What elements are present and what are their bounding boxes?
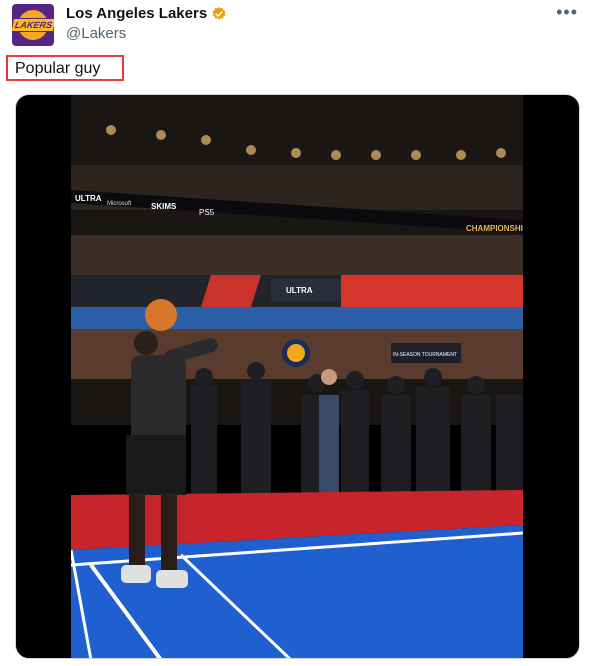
signage-skims: SKIMS — [151, 202, 177, 211]
signage-microsoft: Microsoft — [107, 201, 132, 207]
banner-ultra-text: ULTRA — [286, 286, 313, 295]
scoreboard-text: IN-SEASON TOURNAMENT — [393, 352, 457, 358]
video-frame[interactable]: ULTRA SKIMS Microsoft PS5 CHAMPIONSHI UL… — [71, 95, 523, 658]
signage-ultra: ULTRA — [75, 194, 102, 203]
display-name[interactable]: Los Angeles Lakers — [66, 5, 207, 22]
avatar-logo-text: LAKERS — [12, 18, 54, 32]
signage-championship: CHAMPIONSHI — [466, 224, 523, 233]
signage-ps5: PS5 — [199, 208, 215, 217]
tweet-text: Popular guy — [6, 55, 124, 81]
more-options-icon[interactable]: ••• — [556, 2, 578, 23]
avatar[interactable]: LAKERS — [12, 4, 54, 46]
account-handle[interactable]: @Lakers — [66, 25, 126, 42]
verified-badge-icon — [212, 6, 226, 20]
tweet-media-video[interactable]: ULTRA SKIMS Microsoft PS5 CHAMPIONSHI UL… — [15, 94, 580, 659]
arena-scene: ULTRA SKIMS Microsoft PS5 CHAMPIONSHI UL… — [71, 95, 523, 658]
author-name-row[interactable]: Los Angeles Lakers — [66, 5, 227, 22]
basketball — [145, 299, 177, 331]
